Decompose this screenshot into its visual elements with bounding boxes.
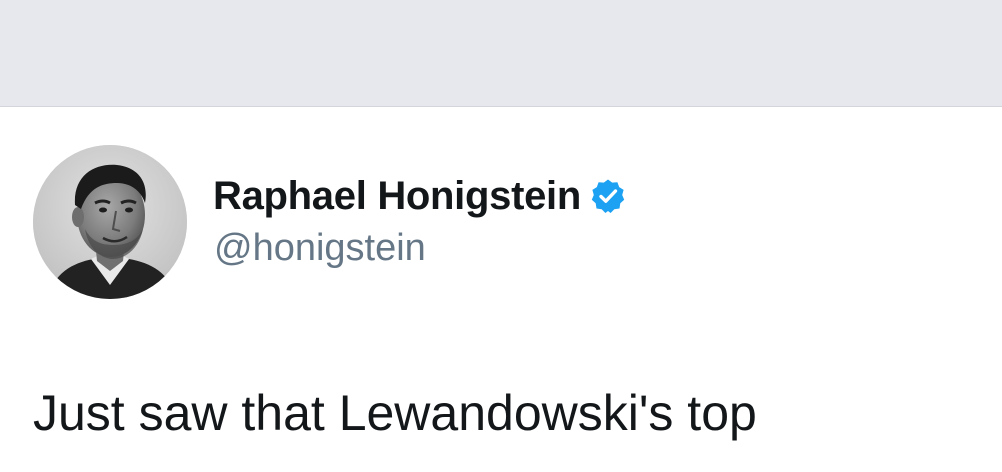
author-name-row: Raphael Honigstein [213,173,626,219]
tweet-card: Raphael Honigstein @honigstein Just saw … [0,107,1002,472]
author-avatar[interactable] [33,145,187,299]
tweet-text: Just saw that Lewandowski's top [33,385,757,441]
top-bar [0,0,1002,107]
author-display-name[interactable]: Raphael Honigstein [213,174,581,219]
author-handle[interactable]: @honigstein [214,227,426,270]
verified-badge-icon [590,178,626,214]
